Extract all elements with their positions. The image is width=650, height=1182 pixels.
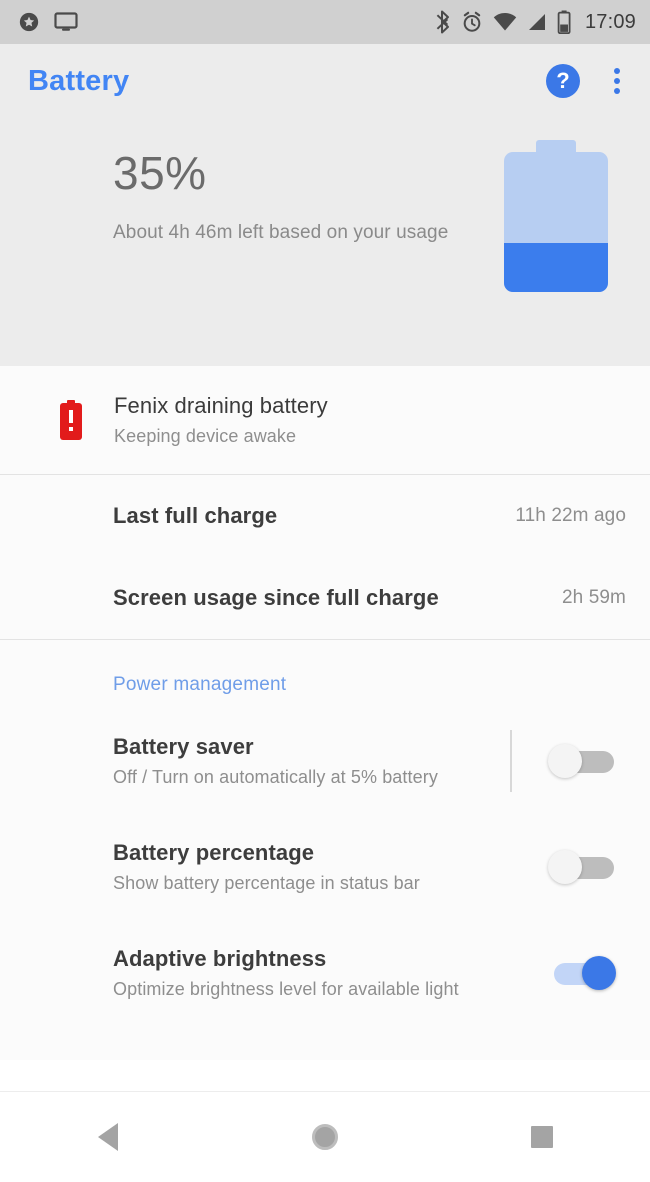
app-bar: Battery ?: [0, 44, 650, 118]
battery-alert-texts: Fenix draining battery Keeping device aw…: [114, 393, 328, 447]
toggle-thumb: [582, 956, 616, 990]
overflow-menu-icon[interactable]: [606, 66, 628, 96]
status-bar-notification-icons: [18, 11, 78, 33]
battery-summary: 35% About 4h 46m left based on your usag…: [0, 118, 650, 366]
battery-alert-subtitle: Keeping device awake: [114, 426, 297, 446]
recents-button[interactable]: [497, 1107, 587, 1167]
status-bar-system-icons: 17:09: [435, 10, 636, 34]
stat-label: Last full charge: [113, 503, 278, 528]
page-title: Battery: [28, 64, 130, 97]
battery-percentage-toggle[interactable]: [548, 846, 618, 888]
battery-saver-toggle[interactable]: [548, 740, 618, 782]
bluetooth-icon: [436, 10, 449, 34]
battery-alert-icon: [60, 400, 82, 440]
home-button[interactable]: [280, 1107, 370, 1167]
alarm-icon: [463, 11, 481, 32]
stat-label: Screen usage since full charge: [113, 585, 439, 610]
setting-row-adaptive-brightness[interactable]: Adaptive brightness Optimize brightness …: [0, 920, 650, 1026]
adaptive-brightness-toggle[interactable]: [548, 952, 618, 994]
priority-star-icon: [19, 12, 39, 32]
battery-alert-icon-wrap: [28, 400, 114, 440]
setting-title: Adaptive brightness: [113, 946, 327, 971]
recents-icon: [530, 1126, 553, 1148]
battery-summary-text: 35% About 4h 46m left based on your usag…: [113, 150, 448, 244]
overflow-dot: [614, 78, 620, 84]
home-icon: [311, 1124, 338, 1150]
battery-graphic-fill: [504, 243, 608, 292]
setting-row-battery-saver[interactable]: Battery saver Off / Turn on automaticall…: [0, 708, 650, 814]
toggle-thumb: [548, 744, 582, 778]
stat-row-last-full-charge[interactable]: Last full charge 11h 22m ago: [0, 475, 650, 557]
navigation-bar: [0, 1091, 650, 1182]
setting-row-divider: [510, 730, 512, 792]
battery-time-estimate: About 4h 46m left based on your usage: [113, 222, 449, 243]
battery-icon: [557, 10, 571, 34]
status-bar-clock: 17:09: [584, 10, 636, 33]
status-bar: 17:09: [0, 0, 650, 44]
battery-alert-icon-exclamation: [69, 410, 73, 423]
overflow-dot: [614, 88, 620, 94]
stat-value: 11h 22m ago: [515, 505, 626, 526]
setting-title: Battery saver: [113, 734, 254, 759]
battery-percent-value: 35%: [113, 147, 207, 199]
list-bottom-partial-row: [0, 1026, 650, 1060]
setting-title: Battery percentage: [113, 840, 315, 865]
stat-value: 2h 59m: [562, 587, 626, 608]
setting-subtitle: Optimize brightness level for available …: [113, 979, 459, 999]
cast-screen-icon: [54, 12, 78, 31]
cell-signal-icon: [528, 14, 545, 30]
setting-subtitle: Off / Turn on automatically at 5% batter…: [113, 767, 438, 787]
wifi-icon: [493, 13, 517, 31]
battery-alert-title: Fenix draining battery: [114, 393, 328, 418]
back-button[interactable]: [63, 1107, 153, 1167]
stat-row-screen-usage[interactable]: Screen usage since full charge 2h 59m: [0, 557, 650, 639]
section-header-power-management: Power management: [0, 640, 650, 708]
setting-texts: Adaptive brightness Optimize brightness …: [113, 946, 510, 1000]
overflow-dot: [614, 68, 620, 74]
battery-graphic-body: [504, 152, 608, 292]
toggle-thumb: [548, 850, 582, 884]
battery-level-graphic: [504, 140, 608, 292]
help-icon[interactable]: ?: [546, 64, 580, 98]
battery-alert-row[interactable]: Fenix draining battery Keeping device aw…: [0, 366, 650, 474]
setting-texts: Battery percentage Show battery percenta…: [113, 840, 510, 894]
setting-subtitle: Show battery percentage in status bar: [113, 873, 420, 893]
battery-alert-icon-exclamation-dot: [69, 427, 73, 431]
section-header-label: Power management: [113, 674, 287, 695]
setting-row-battery-percentage[interactable]: Battery percentage Show battery percenta…: [0, 814, 650, 920]
app-bar-actions: ?: [546, 64, 628, 98]
setting-texts: Battery saver Off / Turn on automaticall…: [113, 734, 510, 788]
back-icon: [98, 1123, 119, 1151]
